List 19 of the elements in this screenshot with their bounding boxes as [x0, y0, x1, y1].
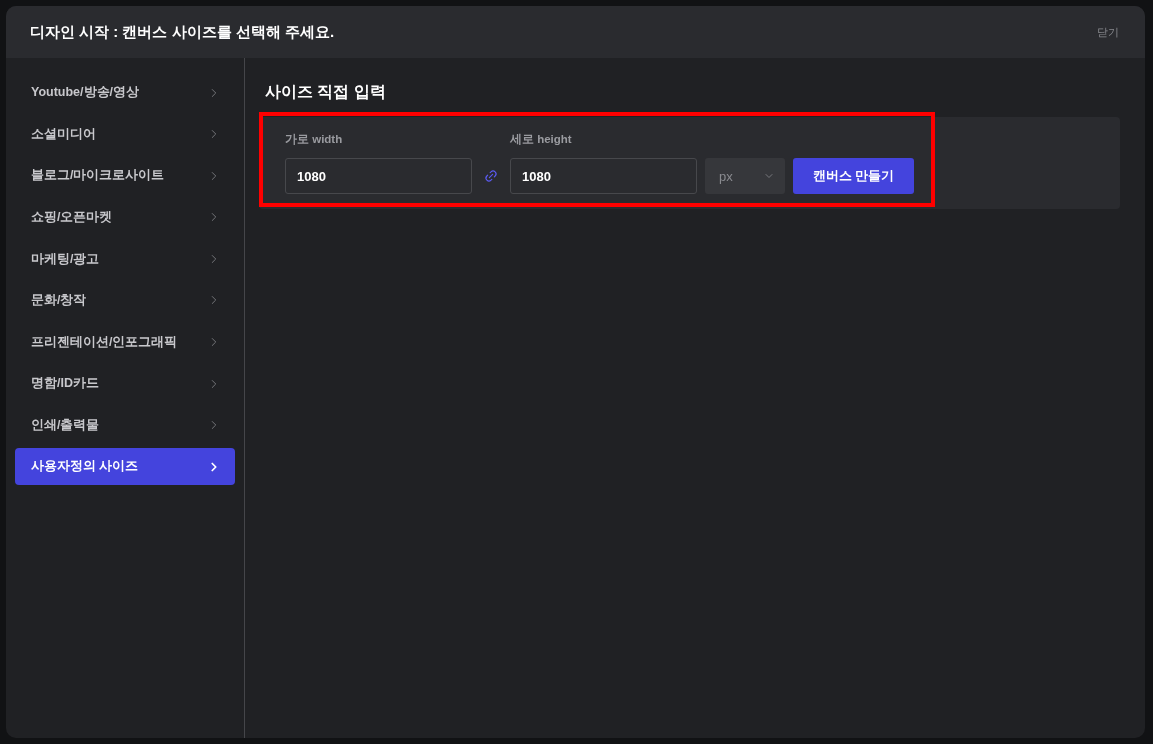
unit-dropdown[interactable]: px — [705, 158, 785, 195]
section-heading: 사이즈 직접 입력 — [264, 82, 387, 102]
height-label: 세로 height — [510, 132, 573, 147]
sidebar-item[interactable]: 소셜미디어 — [15, 115, 235, 153]
height-field[interactable]: 1080 — [510, 158, 697, 195]
sidebar-item[interactable]: 프리젠테이션/인포그래픽 — [15, 323, 235, 361]
sidebar-item[interactable]: 인쇄/출력물 — [15, 406, 235, 444]
dialog-title: 디자인 시작 : 캔버스 사이즈를 선택해 주세요. — [30, 21, 335, 42]
width-label: 가로 width — [285, 132, 344, 147]
width-field[interactable]: 1080 — [285, 158, 472, 195]
sidebar-item[interactable]: 문화/창작 — [15, 281, 235, 319]
sidebar-item[interactable]: Youtube/방송/영상 — [15, 74, 235, 111]
sidebar-item[interactable]: 마케팅/광고 — [15, 240, 235, 278]
sidebar-item[interactable]: 블로그/마이크로사이트 — [15, 157, 235, 195]
sidebar-item[interactable]: 명함/ID카드 — [15, 365, 235, 403]
create-canvas-button[interactable]: 캔버스 만들기 — [793, 158, 914, 195]
close-button[interactable]: 닫기 — [1097, 23, 1119, 41]
sidebar-item[interactable]: 사용자정의 사이즈 — [15, 448, 235, 486]
sidebar-item[interactable]: 쇼핑/오픈마켓 — [15, 198, 235, 236]
